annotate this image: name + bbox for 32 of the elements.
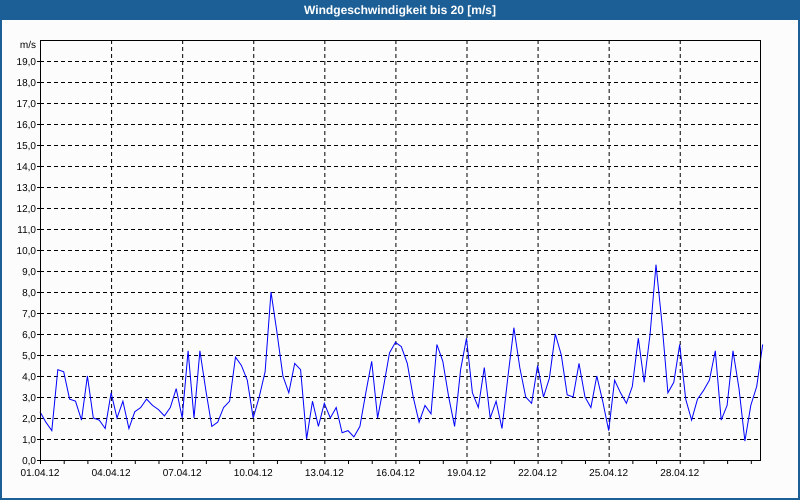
x-tick-label: 22.04.12 xyxy=(518,468,558,479)
y-tick-label: 12,0 xyxy=(16,204,36,215)
y-tick-label: 2,0 xyxy=(22,414,36,425)
x-tick-label: 28.04.12 xyxy=(660,468,700,479)
x-tick-label: 19.04.12 xyxy=(447,468,486,479)
x-tick-label: 25.04.12 xyxy=(589,468,628,479)
y-tick-label: 10,0 xyxy=(16,246,36,257)
y-tick-label: 17,0 xyxy=(16,99,36,110)
y-tick-label: 6,0 xyxy=(22,330,36,341)
y-tick-label: 3,0 xyxy=(22,393,36,404)
y-tick-label: 15,0 xyxy=(16,141,36,152)
x-tick-label: 10.04.12 xyxy=(234,468,273,479)
y-tick-label: 11,0 xyxy=(17,225,36,236)
y-tick-label: 18,0 xyxy=(16,78,36,89)
y-tick-label: 9,0 xyxy=(22,267,36,278)
y-tick-label: 7,0 xyxy=(22,309,36,320)
y-tick-label: 13,0 xyxy=(16,183,36,194)
y-tick-label: 19,0 xyxy=(16,57,36,68)
x-tick-label: 07.04.12 xyxy=(162,468,202,479)
y-tick-label: 5,0 xyxy=(22,351,36,362)
y-tick-label: 16,0 xyxy=(16,120,36,131)
x-tick-label: 04.04.12 xyxy=(92,468,131,479)
window-title: Windgeschwindigkeit bis 20 [m/s] xyxy=(304,2,496,19)
y-tick-label: 14,0 xyxy=(16,162,36,173)
y-axis-unit: m/s xyxy=(20,40,36,51)
y-tick-label: 8,0 xyxy=(22,288,36,299)
y-tick-label: 4,0 xyxy=(22,372,36,383)
x-tick-label: 13.04.12 xyxy=(304,468,344,479)
x-tick-label: 16.04.12 xyxy=(376,468,415,479)
y-tick-label: 0,0 xyxy=(22,456,36,467)
y-tick-label: 1,0 xyxy=(22,435,36,446)
x-tick-label: 01.04.12 xyxy=(20,468,60,479)
